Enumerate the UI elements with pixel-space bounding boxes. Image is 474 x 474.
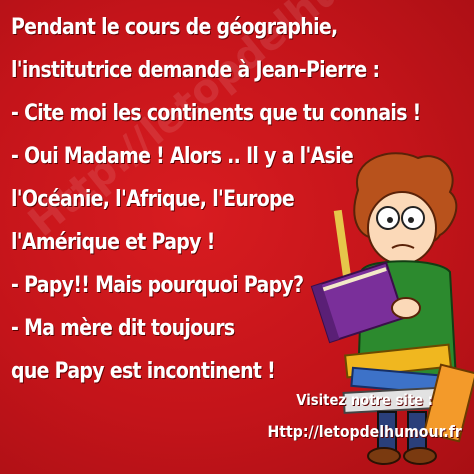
site-promo: Visitez notre site : Http://letopdelhumo… — [268, 384, 462, 448]
joke-line: l'institutrice demande à Jean-Pierre : — [11, 58, 380, 83]
joke-line: Pendant le cours de géographie, — [11, 15, 338, 40]
joke-line: - Cite moi les continents que tu connais… — [11, 101, 421, 126]
site-label: Visitez notre site : — [296, 391, 434, 409]
site-url[interactable]: Http://letopdelhumour.fr — [268, 416, 462, 448]
joke-card: Http://letopdelhumour.fr Pendant le cour… — [0, 0, 474, 474]
